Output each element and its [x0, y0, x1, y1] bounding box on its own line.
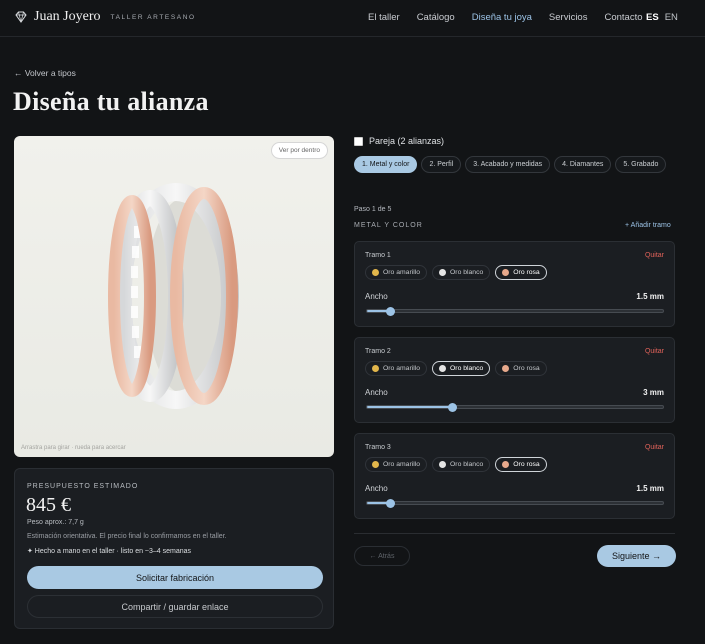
nav-item-catalogo[interactable]: Catálogo	[417, 12, 455, 23]
tramo-card: Tramo 1 Quitar Oro amarillo Oro blanco O…	[354, 241, 675, 327]
metal-option-oro-amarillo[interactable]: Oro amarillo	[365, 265, 428, 280]
nav-item-disena[interactable]: Diseña tu joya	[472, 12, 532, 23]
metal-label: Oro rosa	[513, 365, 540, 372]
nav-item-contacto[interactable]: Contacto	[604, 12, 642, 23]
tab-grabado[interactable]: 5. Grabado	[615, 156, 667, 173]
pair-label: Pareja (2 alianzas)	[369, 136, 445, 146]
metal-label: Oro blanco	[450, 461, 484, 468]
step-tabs: 1. Metal y color 2. Perfil 3. Acabado y …	[354, 156, 684, 173]
budget-weight: Peso aprox.: 7,7 g	[27, 519, 84, 526]
tab-metal-color[interactable]: 1. Metal y color	[354, 156, 418, 173]
tab-diamantes[interactable]: 4. Diamantes	[554, 156, 612, 173]
budget-price: 845 €	[26, 494, 71, 516]
metal-option-oro-rosa[interactable]: Oro rosa	[495, 265, 547, 280]
width-value: 1.5 mm	[636, 292, 664, 301]
back-to-types-link[interactable]: ← Volver a tipos	[14, 68, 76, 78]
lang-en[interactable]: EN	[665, 12, 678, 23]
page-title: Diseña tu alianza	[13, 87, 209, 116]
width-slider[interactable]	[366, 402, 664, 412]
metal-option-oro-rosa[interactable]: Oro rosa	[495, 457, 547, 472]
ring-render	[108, 183, 239, 409]
tramo-title: Tramo 2	[365, 348, 391, 355]
tramo-card: Tramo 3 Quitar Oro amarillo Oro blanco O…	[354, 433, 675, 519]
width-value: 3 mm	[643, 388, 664, 397]
nav-item-taller[interactable]: El taller	[368, 12, 400, 23]
brand-name: Juan Joyero	[34, 9, 101, 24]
color-swatch-icon	[372, 365, 379, 372]
slider-thumb[interactable]	[386, 306, 396, 316]
metal-option-oro-blanco[interactable]: Oro blanco	[432, 265, 491, 280]
slider-fill	[367, 406, 453, 408]
width-value: 1.5 mm	[636, 484, 664, 493]
share-save-link-button[interactable]: Compartir / guardar enlace	[27, 595, 323, 618]
color-swatch-icon	[502, 365, 510, 372]
color-swatch-icon	[439, 269, 447, 276]
color-swatch-icon	[372, 269, 379, 276]
width-slider[interactable]	[366, 306, 664, 316]
metal-label: Oro rosa	[513, 269, 540, 276]
section-title: METAL Y COLOR	[354, 222, 423, 229]
width-label: Ancho	[365, 484, 388, 493]
metal-label: Oro rosa	[513, 461, 540, 468]
metal-options: Oro amarillo Oro blanco Oro rosa	[365, 361, 547, 376]
slider-thumb[interactable]	[448, 402, 458, 412]
color-swatch-icon	[439, 461, 447, 468]
lang-es[interactable]: ES	[646, 12, 659, 23]
viewer-hint: Arrastra para girar · rueda para acercar	[21, 445, 126, 451]
site-header: Juan Joyero TALLER ARTESANO El taller Ca…	[0, 0, 705, 37]
metal-option-oro-amarillo[interactable]: Oro amarillo	[365, 361, 428, 376]
request-fabrication-button[interactable]: Solicitar fabricación	[27, 566, 323, 589]
metal-label: Oro amarillo	[383, 365, 421, 372]
nav-item-servicios[interactable]: Servicios	[549, 12, 588, 23]
metal-option-oro-rosa[interactable]: Oro rosa	[495, 361, 547, 376]
remove-tramo-button[interactable]: Quitar	[645, 444, 664, 451]
next-button[interactable]: Siguiente →	[597, 545, 676, 567]
tramo-title: Tramo 3	[365, 444, 391, 451]
remove-tramo-button[interactable]: Quitar	[645, 348, 664, 355]
tramo-card: Tramo 2 Quitar Oro amarillo Oro blanco O…	[354, 337, 675, 423]
budget-estimate-note: Estimación orientativa. El precio final …	[27, 533, 227, 540]
handmade-note: ✦ Hecho a mano en el taller · listo en ~…	[27, 548, 192, 555]
language-switcher: ES EN	[646, 12, 678, 23]
metal-options: Oro amarillo Oro blanco Oro rosa	[365, 457, 547, 472]
back-button[interactable]: ← Atrás	[354, 546, 410, 566]
metal-option-oro-blanco[interactable]: Oro blanco	[432, 457, 491, 472]
budget-card: PRESUPUESTO ESTIMADO 845 € Peso aprox.: …	[14, 468, 334, 629]
color-swatch-icon	[372, 461, 379, 468]
metal-options: Oro amarillo Oro blanco Oro rosa	[365, 265, 547, 280]
tab-acabado-medidas[interactable]: 3. Acabado y medidas	[465, 156, 551, 173]
metal-label: Oro blanco	[450, 269, 484, 276]
color-swatch-icon	[439, 365, 447, 372]
metal-label: Oro amarillo	[383, 269, 421, 276]
ring-3d-viewer[interactable]: Ver por dentro Arrastra para girar · rue…	[14, 136, 334, 457]
pair-option[interactable]: Pareja (2 alianzas)	[354, 136, 444, 146]
width-label: Ancho	[365, 292, 388, 301]
add-tramo-button[interactable]: + Añadir tramo	[625, 222, 671, 229]
main-nav: El taller Catálogo Diseña tu joya Servic…	[368, 12, 660, 23]
color-swatch-icon	[502, 461, 510, 468]
tab-perfil[interactable]: 2. Perfil	[421, 156, 462, 173]
metal-label: Oro amarillo	[383, 461, 421, 468]
remove-tramo-button[interactable]: Quitar	[645, 252, 664, 259]
brand-subtitle: TALLER ARTESANO	[110, 13, 196, 21]
brand-logo[interactable]: Juan Joyero TALLER ARTESANO	[14, 9, 196, 25]
view-inside-button[interactable]: Ver por dentro	[270, 142, 328, 159]
slider-thumb[interactable]	[386, 498, 396, 508]
diamond-icon	[15, 11, 27, 23]
color-swatch-icon	[502, 269, 510, 276]
pair-checkbox[interactable]	[354, 136, 363, 146]
width-slider[interactable]	[366, 498, 664, 508]
step-counter: Paso 1 de 5	[354, 206, 392, 213]
footer-divider	[354, 533, 675, 534]
budget-label: PRESUPUESTO ESTIMADO	[27, 483, 139, 490]
width-label: Ancho	[365, 388, 388, 397]
metal-option-oro-amarillo[interactable]: Oro amarillo	[365, 457, 428, 472]
metal-label: Oro blanco	[450, 365, 484, 372]
tramo-title: Tramo 1	[365, 252, 391, 259]
metal-option-oro-blanco[interactable]: Oro blanco	[432, 361, 491, 376]
